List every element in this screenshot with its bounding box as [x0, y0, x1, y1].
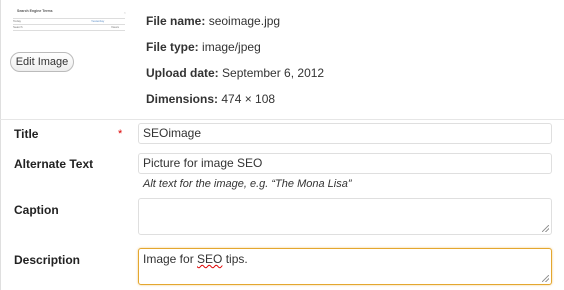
description-text-suffix: tips.: [222, 252, 248, 266]
dimensions-value: 474 × 108: [221, 92, 276, 106]
image-thumbnail: Search Engine Terms × Today Yesterday Se…: [11, 9, 127, 36]
resize-grip-icon[interactable]: [542, 225, 549, 232]
caption-textarea[interactable]: [138, 198, 552, 235]
file-name-value: seoimage.jpg: [208, 14, 281, 28]
description-misspelled-word: SEO: [197, 252, 223, 266]
file-name-label: File name:: [146, 14, 206, 28]
title-input[interactable]: SEOimage: [138, 123, 552, 144]
description-text-prefix: Image for: [143, 252, 198, 266]
dimensions-row: Dimensions: 474 × 108: [146, 92, 275, 106]
thumbnail-label: Search: [13, 25, 23, 29]
description-textarea[interactable]: Image for SEO tips.: [138, 248, 552, 285]
alternate-text-label: Alternate Text: [14, 157, 94, 171]
thumbnail-value: Views: [111, 25, 119, 29]
required-marker: *: [118, 128, 123, 140]
thumbnail-close-icon: ×: [123, 10, 126, 15]
thumbnail-divider: [13, 24, 125, 25]
resize-grip-icon[interactable]: [542, 275, 549, 282]
thumbnail-divider: [13, 18, 125, 19]
file-type-value: image/jpeg: [202, 40, 261, 54]
thumbnail-label: Today: [13, 19, 22, 23]
upload-date-row: Upload date: September 6, 2012: [146, 66, 324, 80]
file-name-row: File name: seoimage.jpg: [146, 14, 280, 28]
dimensions-label: Dimensions:: [146, 92, 219, 106]
thumbnail-divider: [13, 30, 125, 31]
thumbnail-value: Yesterday: [91, 19, 105, 23]
left-border: [0, 0, 1, 290]
upload-date-label: Upload date:: [146, 66, 219, 80]
file-type-row: File type: image/jpeg: [146, 40, 261, 54]
alternate-text-help: Alt text for the image, e.g. “The Mona L…: [143, 178, 352, 190]
upload-date-value: September 6, 2012: [222, 66, 325, 80]
alternate-text-input[interactable]: Picture for image SEO: [138, 153, 552, 174]
title-label: Title: [14, 127, 39, 141]
caption-label: Caption: [14, 203, 59, 217]
thumbnail-title: Search Engine Terms: [17, 9, 53, 13]
description-label: Description: [14, 253, 81, 267]
section-divider: [0, 119, 564, 120]
file-type-label: File type:: [146, 40, 199, 54]
edit-image-button[interactable]: Edit Image: [10, 52, 74, 72]
